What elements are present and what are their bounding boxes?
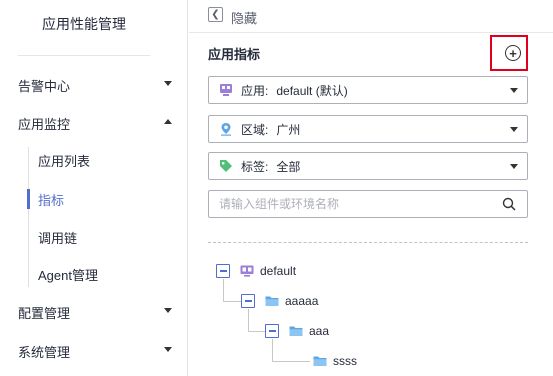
app-title: 应用性能管理 [42,16,126,32]
sidebar-subitem-app-list[interactable]: 应用列表 [0,147,188,173]
tag-select[interactable]: 标签: 全部 [208,152,528,180]
tree-connector [248,309,249,331]
panel-title: 应用指标 [208,47,261,62]
region-select[interactable]: 区域: 广州 [208,115,528,143]
tree-node-label: aaaaa [285,294,319,308]
tree-connector [223,279,224,301]
tree-node-label: default [260,264,297,278]
sidebar-item-label: 告警中心 [18,78,71,94]
chevron-down-icon [164,308,172,313]
chevron-down-icon [164,81,172,86]
tree-connector [272,361,310,362]
tree-node-default[interactable]: default [216,262,296,280]
app-select-value: default (默认) [276,83,348,98]
hide-sidebar-button[interactable]: 隐藏 [231,8,257,27]
tree-node-aaa[interactable]: aaa [265,322,329,340]
section-divider [208,242,528,243]
sidebar-subitem-label: 指标 [38,192,65,208]
sidebar-subitem-label: 应用列表 [38,153,91,169]
collapse-left-icon[interactable]: ❮ [208,7,223,22]
sidebar-item-config-management[interactable]: 配置管理 [0,299,188,325]
location-pin-icon [221,123,231,136]
sidebar-divider [18,55,150,56]
sidebar-item-system-management[interactable]: 系统管理 [0,338,188,364]
chevron-down-icon [164,347,172,352]
app-icon [240,265,254,277]
tag-select-value: 全部 [276,159,301,174]
collapse-toggle-icon[interactable] [216,264,230,278]
add-circle-icon[interactable]: + [505,45,521,61]
tree-node-aaaaa[interactable]: aaaaa [241,292,318,310]
app-select-label: 应用: [241,83,269,98]
collapse-toggle-icon[interactable] [241,294,255,308]
collapse-toggle-icon[interactable] [265,324,279,338]
caret-down-icon [510,164,518,169]
sidebar-subitem-call-chain[interactable]: 调用链 [0,224,188,250]
tree-connector [248,331,265,332]
tree-connector [272,339,273,361]
chevron-up-icon [164,119,172,124]
tree-node-label: ssss [333,354,357,368]
folder-icon [289,326,303,336]
caret-down-icon [510,88,518,93]
caret-down-icon [510,127,518,132]
sidebar-subitem-metrics[interactable]: 指标 [0,186,188,212]
tree-connector [223,301,241,302]
folder-icon [313,356,327,366]
top-bar: ❮ 隐藏 [189,0,553,33]
app-select[interactable]: 应用: default (默认) [208,76,528,104]
tag-select-label: 标签: [241,159,269,174]
region-select-label: 区域: [241,122,269,137]
folder-icon [265,296,279,306]
sidebar-subitem-agent-management[interactable]: Agent管理 [0,261,188,287]
tree-node-label: aaa [309,324,330,338]
app-icon [220,84,232,96]
sidebar-item-label: 应用监控 [18,116,71,132]
sidebar-item-label: 配置管理 [18,305,71,321]
component-search-input[interactable] [208,190,528,218]
sidebar-subitem-label: 调用链 [38,230,78,246]
region-select-value: 广州 [276,122,301,137]
sidebar-item-alarm-center[interactable]: 告警中心 [0,72,188,98]
tree-node-ssss[interactable]: ssss [313,352,357,370]
sidebar-subitem-label: Agent管理 [38,267,98,283]
sidebar: 应用性能管理 告警中心 应用监控 应用列表 指标 调用链 Agent管理 配置管… [0,0,188,376]
sidebar-item-app-monitoring[interactable]: 应用监控 [0,110,188,136]
search-icon[interactable] [502,197,516,211]
tag-icon [220,160,232,172]
sidebar-item-label: 系统管理 [18,344,71,360]
